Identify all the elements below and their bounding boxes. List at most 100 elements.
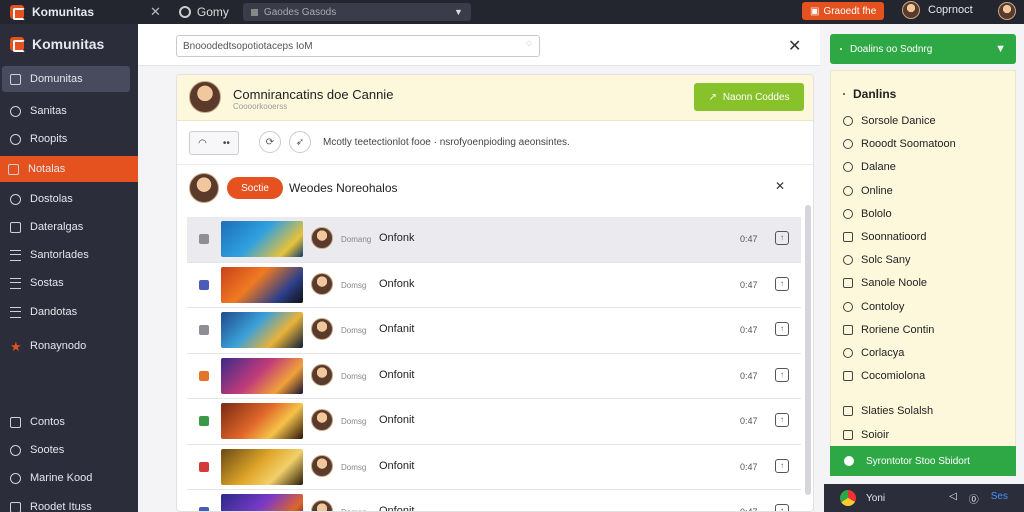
circle-icon [843, 255, 853, 266]
scrollbar[interactable] [805, 205, 811, 495]
online-list-item[interactable]: Slaties Solalsh [843, 405, 933, 417]
author-avatar[interactable] [311, 500, 333, 511]
sidebar-item[interactable]: Contos [2, 409, 130, 435]
view-toggle-right-icon[interactable]: •• [223, 138, 230, 149]
back-icon[interactable]: ◁ [949, 491, 957, 506]
status-dot[interactable] [199, 279, 209, 290]
browser-icon[interactable] [840, 490, 856, 506]
list-item[interactable]: Domang Onfonk 0:47 ↑ [187, 217, 801, 263]
list-item[interactable]: Domsg Onfonit 0:47 ↑ [187, 353, 801, 399]
list-item[interactable]: Domsg Onfonit 0:47 ↑ [187, 490, 801, 511]
bottom-link[interactable]: Ses [991, 491, 1008, 506]
sidebar-item[interactable]: Notalas [0, 156, 138, 182]
item-action-icon[interactable]: ↑ [775, 322, 789, 336]
online-list-item[interactable]: Dalane [843, 161, 896, 173]
sidebar-item[interactable]: Dandotas [2, 299, 130, 325]
status-dot[interactable] [199, 416, 209, 426]
view-toggle-left-icon[interactable]: ◠ [198, 138, 207, 149]
author-avatar[interactable] [311, 454, 333, 477]
thumbnail-image[interactable] [221, 403, 303, 439]
status-dot[interactable] [199, 234, 209, 244]
sidebar-item[interactable]: Marine Kood [2, 465, 130, 491]
item-action-icon[interactable]: ↑ [775, 504, 789, 511]
close-tab-icon[interactable]: ✕ [150, 4, 161, 20]
thumbnail-image[interactable] [221, 221, 303, 257]
status-dot[interactable] [199, 507, 209, 511]
info-icon[interactable]: ⓪ [969, 491, 979, 506]
sidebar-item[interactable]: Dostolas [2, 186, 130, 212]
online-list-item[interactable]: Roriene Contin [843, 324, 934, 336]
close-icon[interactable]: ✕ [788, 36, 801, 56]
thumbnail-image[interactable] [221, 266, 303, 303]
logo-icon [10, 5, 25, 20]
author-avatar[interactable] [311, 318, 333, 340]
online-list-item[interactable]: Rooodt Soomatoon [843, 138, 956, 150]
sidebar-title[interactable]: Komunitas [10, 36, 104, 52]
sidebar-item[interactable]: Domunitas [2, 66, 130, 92]
sort-pill[interactable]: Soctie [227, 177, 283, 199]
online-list-item[interactable]: Contoloy [843, 301, 904, 313]
list-item[interactable]: Domsg Onfonit 0:47 ↑ [187, 444, 801, 490]
list-item[interactable]: Domsg Onfonk 0:47 ↑ [187, 262, 801, 308]
join-button[interactable]: ↗ Naonn Coddes [694, 83, 804, 111]
online-list-item[interactable]: Corlacya [843, 347, 904, 359]
clear-search-icon[interactable]: ◌ [526, 38, 532, 49]
online-list-item[interactable]: Online [843, 185, 893, 197]
collapse-icon[interactable]: ✕ [775, 179, 785, 193]
item-action-icon[interactable]: ↑ [775, 367, 789, 382]
community-avatar[interactable] [189, 81, 221, 113]
thumbnail-image[interactable] [221, 312, 303, 348]
sidebar-item[interactable]: Roopits [2, 126, 130, 152]
status-dot[interactable] [199, 461, 209, 472]
online-list-item[interactable]: Soonnatioord [843, 231, 926, 243]
list-item[interactable]: Domsg Onfonit 0:47 ↑ [187, 399, 801, 445]
view-toggle[interactable]: ◠ •• [189, 131, 239, 155]
square-icon [843, 324, 853, 335]
online-list-item[interactable]: Cocomiolona [843, 370, 925, 382]
online-list-item[interactable]: Bololo [843, 208, 892, 220]
sidebar-item[interactable]: Roodet Ituss [2, 494, 130, 512]
sidebar-item-label: Roodet Ituss [30, 501, 92, 512]
thumbnail-image[interactable] [221, 357, 303, 394]
sidebar-item-label: Sootes [30, 444, 65, 456]
online-list-item[interactable]: Soioir [843, 429, 889, 441]
sidebar-item[interactable]: Sostas [2, 270, 130, 296]
status-dot[interactable] [199, 370, 209, 381]
sidebar-item[interactable]: Dateralgas [2, 214, 130, 240]
user-menu[interactable]: Coprnoct [902, 1, 973, 19]
app-brand[interactable]: Komunitas [0, 5, 170, 20]
item-action-icon[interactable]: ↑ [775, 413, 789, 427]
item-action-icon[interactable]: ↑ [775, 458, 789, 473]
online-list-item[interactable]: Sorsole Danice [843, 115, 936, 127]
thumbnail-image[interactable] [221, 494, 303, 511]
item-meta: Domsg [341, 462, 367, 472]
profile-avatar[interactable] [998, 2, 1016, 20]
sidebar-item[interactable]: Santorlades [2, 242, 130, 268]
author-avatar[interactable] [311, 227, 333, 249]
author-avatar[interactable] [311, 363, 333, 386]
square-icon [10, 416, 21, 428]
online-list-item[interactable]: Solc Sany [843, 254, 911, 266]
channel-selector[interactable]: Gomy [178, 5, 229, 19]
refresh-icon[interactable]: ⟳ [259, 131, 281, 153]
item-action-icon[interactable]: ↑ [775, 231, 789, 245]
item-action-icon[interactable]: ↑ [775, 276, 789, 291]
share-icon[interactable]: ➶ [289, 131, 311, 153]
online-list-item[interactable]: Sanole Noole [843, 277, 927, 289]
thumbnail-image[interactable] [221, 448, 303, 485]
search-input[interactable] [176, 35, 540, 57]
author-avatar[interactable] [311, 409, 333, 431]
status-dot[interactable] [199, 325, 209, 335]
sidebar-item[interactable]: Ronaynodo [2, 333, 130, 359]
channel-label: Gomy [196, 5, 229, 19]
top-select[interactable]: Gaodes Gasods ▼ [242, 3, 471, 21]
sidebar-item[interactable]: Sootes [2, 437, 130, 463]
sidebar-item[interactable]: Sanitas [2, 98, 130, 124]
author-avatar[interactable] [311, 272, 333, 295]
panel-footer-button[interactable]: Syrontotor Stoo Sbidort [830, 446, 1016, 476]
online-list-item-label: Bololo [861, 207, 892, 220]
panel-header[interactable]: Doalins oo Sodnrg ▼ [830, 34, 1016, 64]
promo-button[interactable]: ▣ Graoedt fhe [802, 2, 885, 20]
list-item[interactable]: Domsg Onfanit 0:47 ↑ [187, 308, 801, 354]
list-avatar[interactable] [189, 173, 219, 203]
